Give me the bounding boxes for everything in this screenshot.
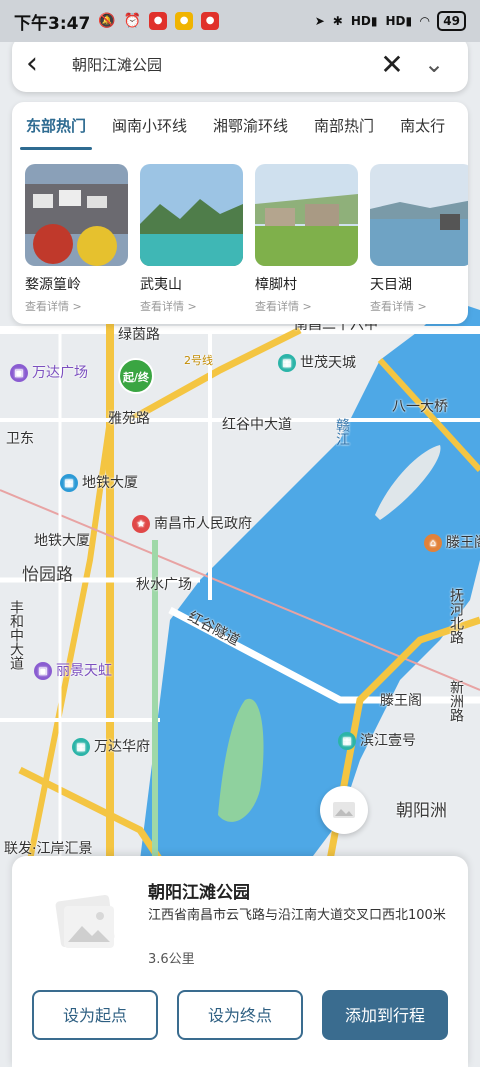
signal-icon: HD▮ [350,14,378,28]
status-right-icons: ➤ ✱ HD▮ HD▮ ◠ 49 [315,11,466,31]
app-notification-icon: ● [149,12,168,30]
hot-destinations-panel: 东部热门 闽南小环线 湘鄂渝环线 南部热门 南太行 婺源篁岭 查看详情 > 武夷… [12,102,468,324]
tab-south[interactable]: 南部热门 [314,102,374,150]
government-star-icon: ★ [132,515,150,533]
close-icon[interactable]: ✕ [370,48,414,81]
map-label-fuhebeilu: 抚河北路 [448,588,464,644]
place-photo-thumb[interactable] [320,786,368,834]
building-icon: ▦ [278,354,296,372]
map-poi-wanda[interactable]: ▣ 万达广场 [10,362,88,382]
map-poi-lijing[interactable]: ▣ 丽景天虹 [34,660,112,680]
chevron-down-icon[interactable]: ⌄ [414,50,454,78]
destination-photo [140,164,243,266]
map-label-weidong: 卫东 [6,431,34,447]
map-label-lvyinlu: 绿茵路 [118,327,160,343]
image-placeholder-icon [333,802,355,818]
add-to-itinerary-button[interactable]: 添加到行程 [322,990,448,1040]
region-tabs: 东部热门 闽南小环线 湘鄂渝环线 南部热门 南太行 [12,102,468,150]
map-label-qiushui: 秋水广场 [136,577,192,593]
chevron-left-icon[interactable]: ‹ [26,49,60,79]
location-icon: ➤ [314,14,325,28]
pin-label: 起/终 [118,358,154,394]
tab-east[interactable]: 东部热门 [19,102,93,150]
map-poi-wandahuafu[interactable]: ▦ 万达华府 [72,736,150,756]
mute-icon: 🔕 [98,13,116,29]
battery-icon: 49 [437,11,466,31]
map-label-xinzhoulu: 新洲路 [448,680,464,722]
app-notification-icon: ● [175,12,194,30]
map-poi-ditie1[interactable]: ▦ 地铁大厦 [60,472,138,492]
map-label-ditie2: 地铁大厦 [34,533,90,549]
destination-name: 武夷山 [140,277,182,293]
tab-xiangeyu[interactable]: 湘鄂渝环线 [213,102,288,150]
destination-card[interactable]: 武夷山 查看详情 > [140,164,243,314]
place-title: 朝阳江滩公园 [148,883,250,903]
map-label-tengwang2: 滕王阁 [380,693,422,709]
destination-name: 婺源篁岭 [25,277,81,293]
destination-photo [255,164,358,266]
alarm-icon: ⏰ [123,13,142,29]
place-distance: 3.6公里 [148,952,195,967]
destination-cards: 婺源篁岭 查看详情 > 武夷山 查看详情 > 樟脚村 查看详情 > 天目湖 查看… [12,150,468,314]
tab-nantaihang[interactable]: 南太行 [400,102,445,150]
map-label-fenghe: 丰和中大道 [8,600,24,670]
search-query[interactable]: 朝阳江滩公园 [60,54,370,75]
place-detail-sheet: 朝阳江滩公园 江西省南昌市云飞路与沿江南大道交叉口西北100米 3.6公里 设为… [12,856,468,1067]
map-label-chaoyangzhou: 朝阳洲 [396,801,447,821]
signal-icon: HD▮ [385,14,413,28]
image-placeholder-icon [55,894,115,948]
wifi-icon: ◠ [420,14,430,28]
destination-photo [25,164,128,266]
status-left-icons: 🔕 ⏰ ● ● ● [98,12,220,30]
start-end-pin[interactable]: 起/终 [118,358,154,394]
map-label-yiyuanlu: 怡园路 [22,565,73,585]
shopping-icon: ▣ [10,364,28,382]
map-label-yayuanlu: 雅苑路 [108,411,150,427]
view-details-link[interactable]: 查看详情 > [370,298,468,314]
set-end-button[interactable]: 设为终点 [177,990,303,1040]
place-address: 江西省南昌市云飞路与沿江南大道交叉口西北100米 [148,908,446,923]
app-notification-icon: ● [201,12,220,30]
building-icon: ▦ [72,738,90,756]
map-label-ganjiang: 赣江 [334,418,350,446]
set-start-button[interactable]: 设为起点 [32,990,158,1040]
status-time: 下午3:47 [14,13,91,34]
map-label-hongguzhong: 红谷中大道 [222,417,292,433]
destination-card[interactable]: 天目湖 查看详情 > [370,164,468,314]
status-bar: 下午3:47 🔕 ⏰ ● ● ● ➤ ✱ HD▮ HD▮ ◠ 49 [0,0,480,42]
map-label-bayi: 八一大桥 [392,399,448,415]
tab-minnan[interactable]: 闽南小环线 [112,102,187,150]
bluetooth-icon: ✱ [332,14,343,28]
destination-photo [370,164,468,266]
map-poi-tengwang[interactable]: ⌂滕王阁 [424,532,480,552]
destination-name: 天目湖 [370,277,412,293]
map-poi-gov[interactable]: ★ 南昌市人民政府 [132,513,252,533]
view-details-link[interactable]: 查看详情 > [255,298,358,314]
map-label-lianfa: 联发·江岸汇景 [4,841,93,857]
destination-name: 樟脚村 [255,277,297,293]
view-details-link[interactable]: 查看详情 > [140,298,243,314]
shopping-icon: ▣ [34,662,52,680]
landmark-icon: ⌂ [424,534,442,552]
map-poi-binjiang[interactable]: ▦ 滨江壹号 [338,730,416,750]
building-icon: ▦ [60,474,78,492]
map-poi-shimao[interactable]: ▦ 世茂天城 [278,352,356,372]
building-icon: ▦ [338,732,356,750]
destination-card[interactable]: 樟脚村 查看详情 > [255,164,358,314]
destination-card[interactable]: 婺源篁岭 查看详情 > [25,164,128,314]
view-details-link[interactable]: 查看详情 > [25,298,128,314]
map-label-line2: 2号线 [184,354,213,367]
search-bar: ‹ 朝阳江滩公园 ✕ ⌄ [12,36,468,92]
